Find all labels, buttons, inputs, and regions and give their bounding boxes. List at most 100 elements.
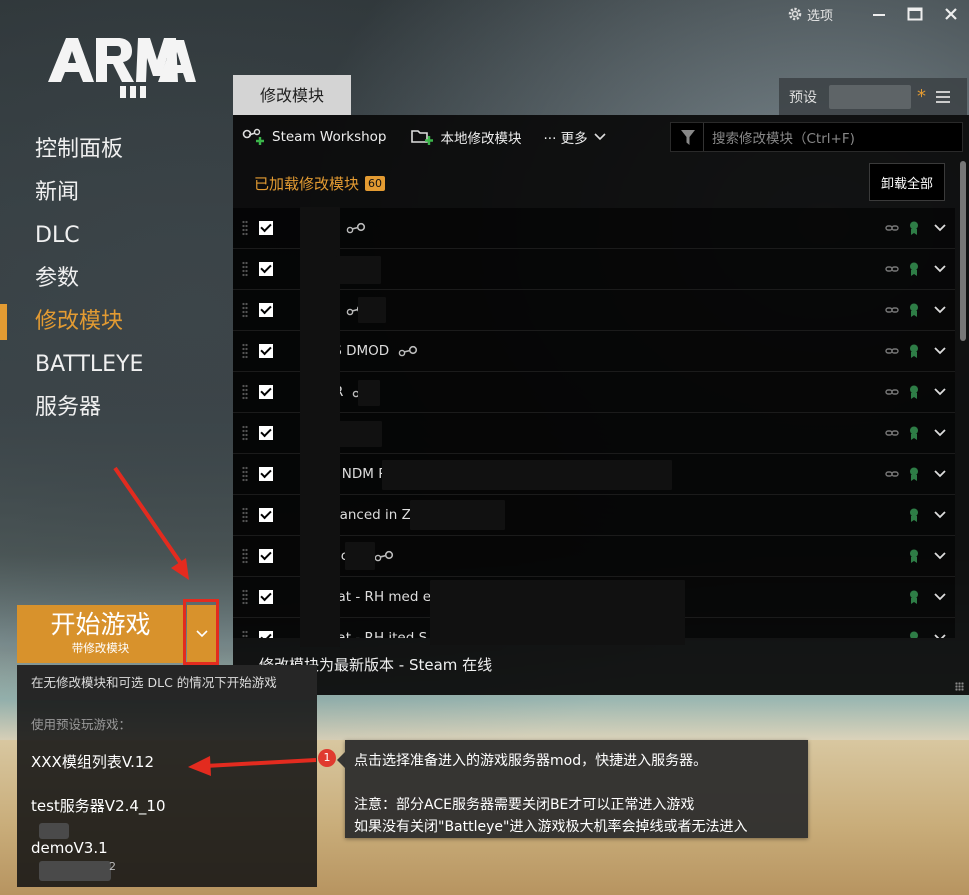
mod-row[interactable]: ISGR — [233, 372, 955, 413]
redaction-block — [300, 207, 340, 647]
mod-row-actions — [881, 372, 955, 412]
tab-mods[interactable]: 修改模块 — [233, 75, 351, 115]
preset-modified-star: * — [917, 86, 926, 107]
mod-award-indicator — [903, 631, 925, 638]
mod-row-actions — [881, 536, 955, 576]
redaction-block — [39, 823, 69, 839]
mod-award-indicator — [903, 590, 925, 604]
resize-grip-icon[interactable] — [955, 682, 964, 691]
mod-row[interactable]: RS S DMOD — [233, 331, 955, 372]
chevron-down-icon — [934, 470, 946, 478]
mod-row-actions — [881, 208, 955, 248]
mod-enabled-checkbox[interactable] — [259, 590, 273, 604]
redaction-block — [358, 380, 380, 406]
nav-item-dashboard[interactable]: 控制面板 — [0, 128, 232, 171]
mod-expand-button[interactable] — [925, 470, 955, 478]
drag-handle-icon[interactable] — [242, 589, 248, 605]
mod-row[interactable]: SAF — [233, 290, 955, 331]
filter-icon[interactable] — [681, 130, 695, 145]
mod-enabled-checkbox[interactable] — [259, 385, 273, 399]
mod-award-indicator — [903, 344, 925, 358]
mod-award-indicator — [903, 385, 925, 399]
preset-item-1[interactable]: XXX模组列表V.12 — [31, 751, 154, 772]
mod-enabled-checkbox[interactable] — [259, 262, 273, 276]
mod-enabled-checkbox[interactable] — [259, 221, 273, 235]
steam-source-indicator — [373, 547, 395, 566]
loaded-mods-heading: 已加载修改模块 60 — [254, 173, 386, 194]
redaction-block — [358, 297, 386, 323]
maximize-button[interactable] — [897, 0, 933, 28]
play-button[interactable]: 开始游戏 带修改模块 — [17, 605, 184, 663]
options-button[interactable]: 选项 — [787, 5, 833, 24]
redaction-block — [382, 460, 672, 490]
preset-item-4[interactable]: 2 — [109, 860, 116, 873]
mod-expand-button[interactable] — [925, 511, 955, 519]
mod-enabled-checkbox[interactable] — [259, 467, 273, 481]
mod-row-actions — [881, 249, 955, 289]
nav-item-dlc[interactable]: DLC — [0, 214, 232, 257]
drag-handle-icon[interactable] — [242, 630, 248, 638]
mod-expand-button[interactable] — [925, 224, 955, 232]
mod-expand-button[interactable] — [925, 634, 955, 638]
nav-item-servers[interactable]: 服务器 — [0, 386, 232, 429]
nav-item-news[interactable]: 新闻 — [0, 171, 232, 214]
nav-item-mods[interactable]: 修改模块 — [0, 300, 232, 343]
mod-list-scrollbar[interactable] — [960, 161, 966, 341]
mod-enabled-checkbox[interactable] — [259, 508, 273, 522]
steam-source-indicator — [397, 342, 419, 361]
play-options-menu: 在无修改模块和可选 DLC 的情况下开始游戏 使用预设玩游戏： XXX模组列表V… — [17, 665, 317, 887]
mod-row[interactable]: en nced — [233, 536, 955, 577]
mod-expand-button[interactable] — [925, 347, 955, 355]
mod-expand-button[interactable] — [925, 552, 955, 560]
award-ribbon-icon — [910, 508, 918, 522]
mod-enabled-checkbox[interactable] — [259, 631, 273, 638]
mod-enabled-checkbox[interactable] — [259, 344, 273, 358]
drag-handle-icon[interactable] — [242, 220, 248, 236]
drag-handle-icon[interactable] — [242, 261, 248, 277]
preset-item-2[interactable]: test服务器V2.4_10 — [31, 795, 166, 816]
play-without-mods-item[interactable]: 在无修改模块和可选 DLC 的情况下开始游戏 — [17, 665, 317, 700]
nav-item-parameters[interactable]: 参数 — [0, 257, 232, 300]
mod-row-actions — [881, 577, 955, 617]
mod-expand-button[interactable] — [925, 593, 955, 601]
steam-workshop-button[interactable]: Steam Workshop — [242, 128, 387, 146]
minimize-button[interactable] — [861, 0, 897, 28]
preset-menu-icon[interactable] — [936, 90, 950, 103]
link-icon — [885, 471, 899, 477]
local-mod-button[interactable]: 本地修改模块 — [410, 127, 522, 147]
drag-handle-icon[interactable] — [242, 302, 248, 318]
mod-link-indicator — [881, 345, 903, 357]
preset-selector[interactable]: 预设 * — [779, 78, 967, 115]
more-menu-button[interactable]: ··· 更多 — [544, 127, 606, 147]
mod-search-box[interactable]: 搜索修改模块（Ctrl+F) — [670, 122, 963, 152]
chevron-down-icon — [934, 306, 946, 314]
nav-item-battleye[interactable]: BATTLEYE — [0, 343, 232, 386]
link-icon — [885, 430, 899, 436]
more-label: ··· 更多 — [543, 131, 588, 147]
play-sub-label: 带修改模块 — [71, 641, 130, 655]
chevron-down-icon — [934, 634, 946, 638]
award-ribbon-icon — [910, 221, 918, 235]
drag-handle-icon[interactable] — [242, 343, 248, 359]
drag-handle-icon[interactable] — [242, 384, 248, 400]
mod-row[interactable]: OX] anced in Zip — [233, 495, 955, 536]
mod-row[interactable]: LA3 — [233, 208, 955, 249]
chevron-down-icon — [934, 593, 946, 601]
drag-handle-icon[interactable] — [242, 507, 248, 523]
mod-expand-button[interactable] — [925, 429, 955, 437]
mod-expand-button[interactable] — [925, 388, 955, 396]
close-button[interactable] — [933, 0, 969, 28]
drag-handle-icon[interactable] — [242, 425, 248, 441]
mod-enabled-checkbox[interactable] — [259, 549, 273, 563]
preset-item-3[interactable]: demoV3.1 — [31, 839, 108, 857]
options-label: 选项 — [806, 8, 833, 24]
mod-expand-button[interactable] — [925, 265, 955, 273]
drag-handle-icon[interactable] — [242, 548, 248, 564]
mod-expand-button[interactable] — [925, 306, 955, 314]
mod-enabled-checkbox[interactable] — [259, 426, 273, 440]
mod-link-indicator — [881, 427, 903, 439]
mod-enabled-checkbox[interactable] — [259, 303, 273, 317]
drag-handle-icon[interactable] — [242, 466, 248, 482]
steam-icon — [374, 550, 394, 561]
unload-all-button[interactable]: 卸载全部 — [869, 163, 945, 201]
